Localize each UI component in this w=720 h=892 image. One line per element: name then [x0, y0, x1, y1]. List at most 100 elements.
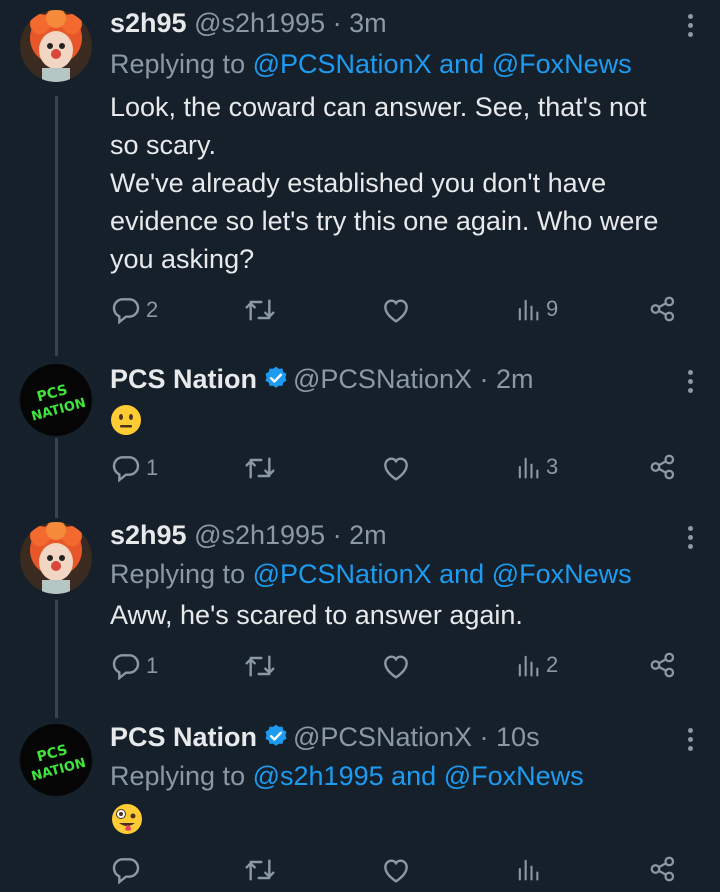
mention-and[interactable]: and [439, 559, 484, 589]
author-handle[interactable]: @PCSNationX [293, 722, 472, 752]
zany-face-emoji [110, 802, 144, 841]
tweet-text: Aww, he's scared to answer again. [110, 596, 690, 634]
timestamp[interactable]: 10s [496, 722, 540, 752]
views-button[interactable]: 2 [514, 650, 558, 680]
verified-badge-icon [263, 365, 289, 391]
neutral-face-emoji [110, 404, 142, 441]
share-icon [648, 294, 678, 324]
views-button[interactable]: 3 [514, 452, 558, 482]
author-handle[interactable]: @s2h1995 [194, 520, 325, 550]
retweet-button[interactable] [244, 650, 276, 682]
retweet-icon [244, 650, 276, 682]
timestamp[interactable]: 3m [349, 8, 387, 38]
author-handle[interactable]: @s2h1995 [194, 8, 325, 38]
avatar[interactable] [20, 522, 92, 594]
views-count: 2 [546, 652, 559, 677]
separator: · [332, 520, 342, 550]
heart-icon [380, 854, 412, 886]
separator: · [332, 8, 342, 38]
reply-button[interactable]: 2 [110, 294, 158, 326]
mention-and[interactable]: and [391, 761, 436, 791]
text-line: so scary. [110, 130, 217, 160]
mention-link[interactable]: @FoxNews [492, 49, 632, 79]
reply-icon [110, 294, 142, 326]
views-icon [514, 294, 542, 324]
tweet[interactable]: PCS NATION PCS Nation @PCSNationX · 2m 1 [0, 356, 720, 504]
tweet-text: Look, the coward can answer. See, that's… [110, 88, 690, 278]
timestamp[interactable]: 2m [496, 364, 534, 394]
reply-count: 1 [146, 455, 159, 480]
text-line: Aww, he's scared to answer again. [110, 600, 523, 630]
author-name[interactable]: PCS Nation [110, 722, 257, 752]
retweet-button[interactable] [244, 294, 276, 326]
views-button[interactable] [514, 854, 542, 884]
timestamp[interactable]: 2m [349, 520, 387, 550]
retweet-icon [244, 294, 276, 326]
share-button[interactable] [648, 294, 678, 324]
like-button[interactable] [380, 854, 412, 886]
reply-count: 2 [146, 297, 159, 322]
mention-link[interactable]: @FoxNews [444, 761, 584, 791]
mention-link[interactable]: @PCSNationX [253, 49, 432, 79]
replying-to: Replying to @PCSNationX and @FoxNews [110, 556, 690, 592]
retweet-icon [244, 452, 276, 484]
share-button[interactable] [648, 452, 678, 482]
replying-to: Replying to @PCSNationX and @FoxNews [110, 46, 690, 82]
more-options-icon[interactable] [688, 728, 694, 755]
verified-badge-icon [263, 723, 289, 749]
avatar[interactable]: PCS NATION [20, 724, 92, 796]
reply-icon [110, 650, 142, 682]
reply-button[interactable] [110, 854, 142, 886]
text-line: evidence so let's try this one again. Wh… [110, 206, 659, 236]
tweet[interactable]: PCS NATION PCS Nation @PCSNationX · 10s R… [0, 714, 720, 892]
author-name[interactable]: s2h95 [110, 8, 187, 38]
mention-and[interactable]: and [439, 49, 484, 79]
reply-icon [110, 854, 142, 886]
retweet-button[interactable] [244, 452, 276, 484]
mention-link[interactable]: @s2h1995 [253, 761, 384, 791]
more-options-icon[interactable] [688, 370, 694, 397]
text-line: you asking? [110, 244, 255, 274]
author-name[interactable]: PCS Nation [110, 364, 257, 394]
mention-link[interactable]: @FoxNews [492, 559, 632, 589]
heart-icon [380, 452, 412, 484]
reply-icon [110, 452, 142, 484]
share-icon [648, 452, 678, 482]
separator: · [479, 722, 489, 752]
mention-link[interactable]: @PCSNationX [253, 559, 432, 589]
like-button[interactable] [380, 650, 412, 682]
avatar[interactable] [20, 10, 92, 82]
retweet-button[interactable] [244, 854, 276, 886]
reply-count: 1 [146, 653, 159, 678]
share-button[interactable] [648, 650, 678, 680]
replying-label: Replying to [110, 761, 246, 791]
replying-to: Replying to @s2h1995 and @FoxNews [110, 758, 690, 794]
reply-button[interactable]: 1 [110, 452, 158, 484]
share-icon [648, 650, 678, 680]
views-button[interactable]: 9 [514, 294, 558, 324]
replying-label: Replying to [110, 49, 246, 79]
views-count: 3 [546, 454, 559, 479]
retweet-icon [244, 854, 276, 886]
text-line: Look, the coward can answer. See, that's… [110, 92, 647, 122]
like-button[interactable] [380, 294, 412, 326]
share-button[interactable] [648, 854, 678, 884]
heart-icon [380, 650, 412, 682]
views-icon [514, 452, 542, 482]
reply-button[interactable]: 1 [110, 650, 158, 682]
tweet[interactable]: s2h95 @s2h1995 · 3m Replying to @PCSNati… [0, 0, 720, 350]
more-options-icon[interactable] [688, 14, 694, 41]
like-button[interactable] [380, 452, 412, 484]
author-name[interactable]: s2h95 [110, 520, 187, 550]
tweet[interactable]: s2h95 @s2h1995 · 2m Replying to @PCSNati… [0, 512, 720, 702]
avatar[interactable]: PCS NATION [20, 364, 92, 436]
views-icon [514, 854, 542, 884]
heart-icon [380, 294, 412, 326]
views-count: 9 [546, 296, 559, 321]
share-icon [648, 854, 678, 884]
text-line: We've already established you don't have [110, 168, 607, 198]
views-icon [514, 650, 542, 680]
more-options-icon[interactable] [688, 526, 694, 553]
replying-label: Replying to [110, 559, 246, 589]
author-handle[interactable]: @PCSNationX [293, 364, 472, 394]
